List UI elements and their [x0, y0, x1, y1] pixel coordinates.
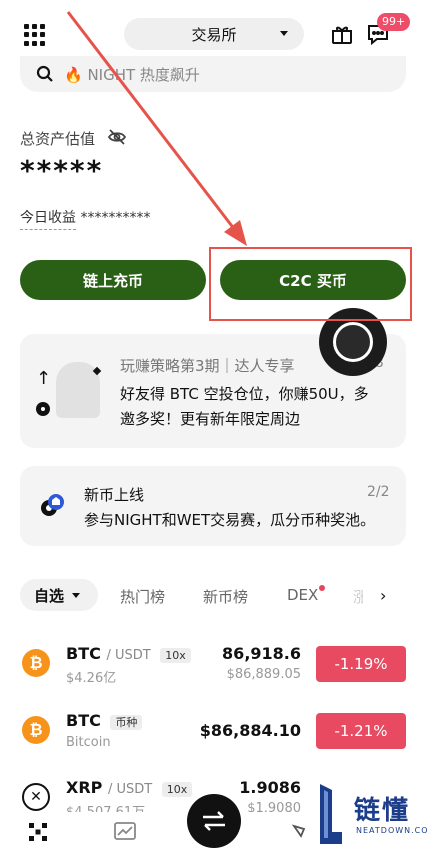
xrp-coin-icon: ✕ — [22, 783, 50, 811]
watermark-subtext: NEATDOWN.COM — [356, 826, 427, 835]
promo-line-1: 好友得 BTC 空投仓位，你赚50U，多 — [120, 385, 369, 403]
leverage-tag: 10x — [161, 782, 193, 797]
exchange-label: 交易所 — [191, 25, 237, 44]
promo-line-2: 邀多奖！更有新年限定周边 — [120, 410, 301, 428]
eye-hidden-icon[interactable] — [107, 127, 127, 147]
tab-gainers[interactable]: 涨 — [353, 586, 363, 607]
caret-down-icon — [72, 592, 81, 598]
web3-icon[interactable] — [292, 824, 306, 838]
table-row[interactable]: BTC 币种 — [66, 711, 143, 730]
home-logo-icon[interactable] — [28, 822, 48, 842]
search-icon — [36, 65, 53, 82]
search-bar[interactable]: 🔥 NIGHT 热度飙升 — [20, 56, 406, 92]
watermark-text: 链懂 — [354, 796, 411, 826]
tab-watchlist-label: 自选 — [34, 586, 65, 605]
row-price: $86,884.10 — [199, 721, 301, 740]
apps-grid-icon[interactable] — [24, 24, 46, 46]
leverage-tag: 10x — [160, 648, 191, 663]
new-coin-card[interactable] — [20, 466, 406, 546]
row-symbol: BTC — [66, 711, 101, 730]
row-price: 86,918.6 — [222, 644, 301, 663]
coin-tag: 币种 — [110, 715, 143, 730]
gift-icon[interactable] — [330, 22, 354, 46]
tab-hot[interactable]: 热门榜 — [120, 586, 165, 607]
arrow-up-icon: ↑ — [36, 368, 52, 389]
tab-new-coins[interactable]: 新币榜 — [203, 586, 248, 607]
today-pnl-label: 今日收益 — [20, 210, 76, 230]
today-pnl[interactable]: 今日收益 ********** — [20, 207, 151, 230]
new-coin-title: 新币上线 — [84, 486, 145, 504]
table-row[interactable]: BTC / USDT 10x — [66, 644, 191, 663]
table-row[interactable]: XRP / USDT 10x — [66, 778, 193, 797]
today-pnl-value: ********** — [80, 210, 151, 226]
exchange-switch[interactable]: 交易所 — [124, 18, 304, 50]
search-placeholder: 🔥 NIGHT 热度飙升 — [64, 65, 200, 84]
deposit-button[interactable]: 链上充币 — [20, 260, 206, 300]
notification-badge: 99+ — [377, 13, 411, 31]
btc-coin-icon: ₿ — [22, 649, 50, 677]
row-quote: / USDT — [106, 648, 151, 663]
market-chart-icon[interactable] — [114, 822, 136, 840]
row-change-badge[interactable]: -1.21% — [316, 713, 406, 749]
row-quote: / USDT — [107, 782, 153, 797]
row-name: Bitcoin — [66, 735, 111, 750]
swap-arrows-icon — [203, 811, 225, 831]
dex-new-dot — [319, 585, 325, 591]
row-price-usd: $86,889.05 — [226, 667, 301, 682]
caret-down-icon — [280, 31, 288, 36]
new-coin-icon — [41, 494, 64, 516]
chevron-right-icon[interactable]: › — [380, 586, 386, 605]
total-asset-value: ***** — [20, 154, 104, 187]
tab-watchlist[interactable]: 自选 — [20, 579, 98, 611]
total-asset-label: 总资产估值 — [20, 130, 96, 148]
annotation-highlight-box — [209, 247, 412, 321]
row-symbol: XRP — [66, 778, 103, 797]
record-dot-icon — [36, 402, 50, 416]
row-change-badge[interactable]: -1.19% — [316, 646, 406, 682]
row-symbol: BTC — [66, 644, 101, 663]
watermark-logo-icon — [320, 784, 342, 844]
row-price: 1.9086 — [239, 778, 301, 797]
trade-swap-button[interactable] — [187, 794, 241, 848]
promo-title: 玩赚策略第3期｜达人专享 — [120, 357, 295, 375]
tab-dex[interactable]: DEX — [287, 586, 318, 604]
new-coin-page-count: 2/2 — [367, 484, 390, 500]
new-coin-line: 参与NIGHT和WET交易赛，瓜分币种奖池。 — [84, 511, 376, 529]
btc-coin-icon: ₿ — [22, 716, 50, 744]
row-volume: $4.26亿 — [66, 671, 117, 686]
